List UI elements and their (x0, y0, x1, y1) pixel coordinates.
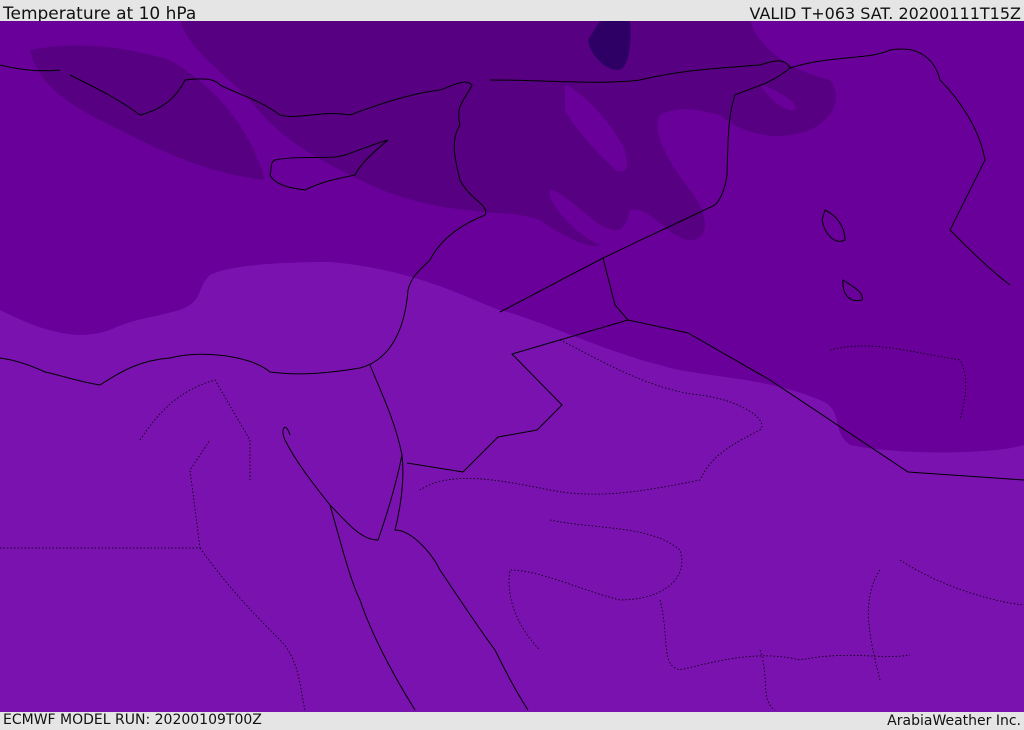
header-bar: Temperature at 10 hPa VALID T+063 SAT. 2… (0, 0, 1024, 24)
temperature-map[interactable] (0, 21, 1024, 712)
credit: ArabiaWeather Inc. (887, 713, 1021, 729)
footer-bar: ECMWF MODEL RUN: 20200109T00Z ArabiaWeat… (0, 712, 1024, 729)
model-run: ECMWF MODEL RUN: 20200109T00Z (3, 712, 262, 728)
